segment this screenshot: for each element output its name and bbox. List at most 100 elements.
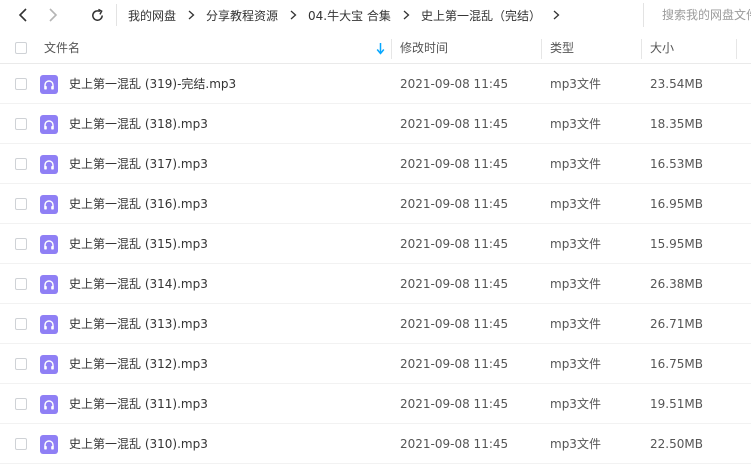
audio-file-icon xyxy=(40,315,58,334)
refresh-button[interactable] xyxy=(86,4,108,26)
file-type: mp3文件 xyxy=(550,317,601,331)
file-row[interactable]: 史上第一混乱 (312).mp3 2021-09-08 11:45 mp3文件 16.… xyxy=(0,344,751,384)
row-checkbox[interactable] xyxy=(15,358,27,370)
sort-down-arrow-icon[interactable] xyxy=(376,42,385,58)
file-name[interactable]: 史上第一混乱 (310).mp3 xyxy=(69,424,208,464)
audio-file-icon xyxy=(40,155,58,174)
row-checkbox[interactable] xyxy=(15,238,27,250)
file-row[interactable]: 史上第一混乱 (315).mp3 2021-09-08 11:45 mp3文件 15.… xyxy=(0,224,751,264)
file-row[interactable]: 史上第一混乱 (316).mp3 2021-09-08 11:45 mp3文件 16.… xyxy=(0,184,751,224)
audio-file-icon xyxy=(40,435,58,454)
file-modified-time: 2021-09-08 11:45 xyxy=(400,437,509,451)
file-name[interactable]: 史上第一混乱 (316).mp3 xyxy=(69,184,208,224)
audio-file-icon xyxy=(40,75,58,94)
column-header-size[interactable]: 大小 xyxy=(650,34,674,64)
column-divider xyxy=(736,39,737,59)
file-list: 史上第一混乱 (319)-完结.mp3 2021-09-08 11:45 mp3文件… xyxy=(0,64,751,464)
row-checkbox[interactable] xyxy=(15,398,27,410)
column-header-type[interactable]: 类型 xyxy=(550,34,574,64)
file-modified-time: 2021-09-08 11:45 xyxy=(400,237,509,251)
search-input[interactable]: 搜索我的网盘文件 xyxy=(643,3,751,27)
row-checkbox[interactable] xyxy=(15,278,27,290)
file-name[interactable]: 史上第一混乱 (311).mp3 xyxy=(69,384,208,424)
file-size: 22.50MB xyxy=(650,437,703,451)
file-modified-time: 2021-09-08 11:45 xyxy=(400,357,509,371)
top-navigation-bar: 我的网盘 分享教程资源 04.牛大宝 合集 史上第一混乱（完结） 搜索我的网盘文… xyxy=(0,0,751,30)
file-type: mp3文件 xyxy=(550,77,601,91)
file-modified-time: 2021-09-08 11:45 xyxy=(400,77,509,91)
file-row[interactable]: 史上第一混乱 (313).mp3 2021-09-08 11:45 mp3文件 26.… xyxy=(0,304,751,344)
audio-file-icon xyxy=(40,395,58,414)
column-header-name[interactable]: 文件名 xyxy=(44,34,80,64)
file-row[interactable]: 史上第一混乱 (311).mp3 2021-09-08 11:45 mp3文件 19.… xyxy=(0,384,751,424)
file-type: mp3文件 xyxy=(550,237,601,251)
file-name[interactable]: 史上第一混乱 (318).mp3 xyxy=(69,104,208,144)
file-type: mp3文件 xyxy=(550,117,601,131)
file-name[interactable]: 史上第一混乱 (312).mp3 xyxy=(69,344,208,384)
refresh-icon xyxy=(91,8,103,21)
breadcrumb-separator-icon xyxy=(553,10,560,20)
file-size: 16.95MB xyxy=(650,197,703,211)
file-type: mp3文件 xyxy=(550,397,601,411)
row-checkbox[interactable] xyxy=(15,78,27,90)
file-modified-time: 2021-09-08 11:45 xyxy=(400,277,509,291)
row-checkbox[interactable] xyxy=(15,438,27,450)
forward-button[interactable] xyxy=(42,4,64,26)
row-checkbox[interactable] xyxy=(15,198,27,210)
breadcrumb-item-shared-resources[interactable]: 分享教程资源 xyxy=(206,7,278,24)
file-size: 26.38MB xyxy=(650,277,703,291)
file-list-header: 文件名 修改时间 类型 大小 xyxy=(0,34,751,64)
breadcrumb-item-current-folder[interactable]: 史上第一混乱（完结） xyxy=(421,7,541,24)
file-type: mp3文件 xyxy=(550,437,601,451)
file-size: 23.54MB xyxy=(650,77,703,91)
file-row[interactable]: 史上第一混乱 (318).mp3 2021-09-08 11:45 mp3文件 18.… xyxy=(0,104,751,144)
select-all-checkbox[interactable] xyxy=(15,42,27,54)
audio-file-icon xyxy=(40,275,58,294)
file-size: 26.71MB xyxy=(650,317,703,331)
file-modified-time: 2021-09-08 11:45 xyxy=(400,397,509,411)
breadcrumb: 我的网盘 分享教程资源 04.牛大宝 合集 史上第一混乱（完结） xyxy=(128,0,571,30)
file-size: 18.35MB xyxy=(650,117,703,131)
file-type: mp3文件 xyxy=(550,197,601,211)
file-size: 19.51MB xyxy=(650,397,703,411)
file-type: mp3文件 xyxy=(550,157,601,171)
column-divider xyxy=(641,39,642,59)
row-checkbox[interactable] xyxy=(15,118,27,130)
file-name[interactable]: 史上第一混乱 (313).mp3 xyxy=(69,304,208,344)
audio-file-icon xyxy=(40,115,58,134)
breadcrumb-separator-icon xyxy=(403,10,410,20)
file-row[interactable]: 史上第一混乱 (310).mp3 2021-09-08 11:45 mp3文件 22.… xyxy=(0,424,751,464)
audio-file-icon xyxy=(40,355,58,374)
row-checkbox[interactable] xyxy=(15,158,27,170)
chevron-left-icon xyxy=(18,8,27,22)
file-row[interactable]: 史上第一混乱 (314).mp3 2021-09-08 11:45 mp3文件 26.… xyxy=(0,264,751,304)
file-size: 15.95MB xyxy=(650,237,703,251)
column-divider xyxy=(391,39,392,59)
file-row[interactable]: 史上第一混乱 (319)-完结.mp3 2021-09-08 11:45 mp3文件… xyxy=(0,64,751,104)
toolbar-divider xyxy=(116,4,117,26)
file-name[interactable]: 史上第一混乱 (319)-完结.mp3 xyxy=(69,64,236,104)
chevron-right-icon xyxy=(49,8,58,22)
breadcrumb-separator-icon xyxy=(290,10,297,20)
breadcrumb-item-collection[interactable]: 04.牛大宝 合集 xyxy=(308,7,391,24)
breadcrumb-separator-icon xyxy=(188,10,195,20)
file-modified-time: 2021-09-08 11:45 xyxy=(400,117,509,131)
file-type: mp3文件 xyxy=(550,277,601,291)
audio-file-icon xyxy=(40,195,58,214)
file-size: 16.75MB xyxy=(650,357,703,371)
back-button[interactable] xyxy=(12,4,34,26)
file-modified-time: 2021-09-08 11:45 xyxy=(400,157,509,171)
file-name[interactable]: 史上第一混乱 (315).mp3 xyxy=(69,224,208,264)
file-name[interactable]: 史上第一混乱 (317).mp3 xyxy=(69,144,208,184)
file-type: mp3文件 xyxy=(550,357,601,371)
file-modified-time: 2021-09-08 11:45 xyxy=(400,317,509,331)
file-name[interactable]: 史上第一混乱 (314).mp3 xyxy=(69,264,208,304)
column-divider xyxy=(541,39,542,59)
column-header-modified[interactable]: 修改时间 xyxy=(400,34,448,64)
breadcrumb-item-my-drive[interactable]: 我的网盘 xyxy=(128,7,176,24)
audio-file-icon xyxy=(40,235,58,254)
file-size: 16.53MB xyxy=(650,157,703,171)
file-row[interactable]: 史上第一混乱 (317).mp3 2021-09-08 11:45 mp3文件 16.… xyxy=(0,144,751,184)
file-modified-time: 2021-09-08 11:45 xyxy=(400,197,509,211)
row-checkbox[interactable] xyxy=(15,318,27,330)
